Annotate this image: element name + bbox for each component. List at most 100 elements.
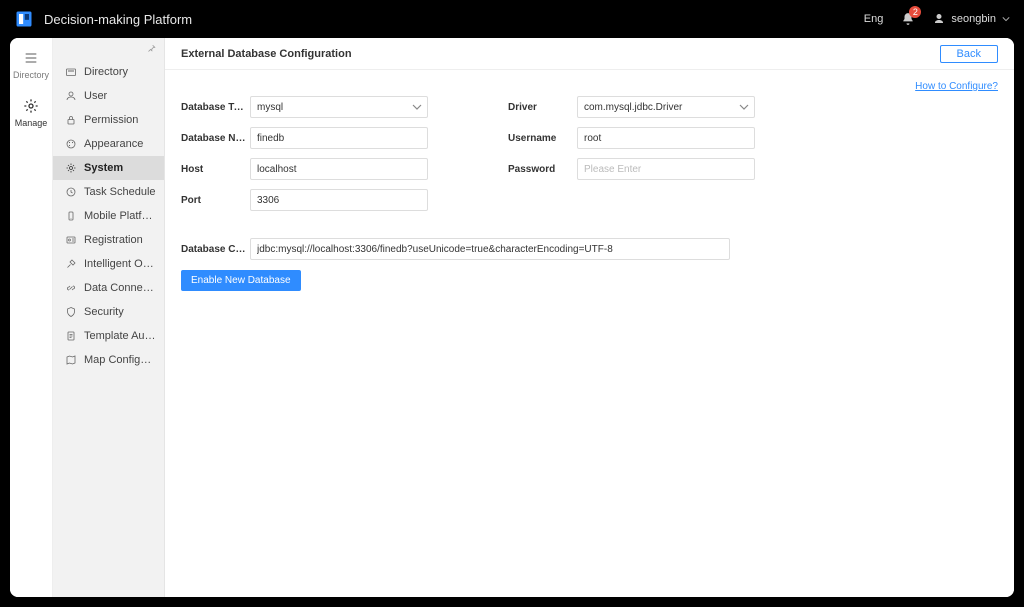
db-type-select[interactable] [250, 96, 428, 118]
form-col-right: Driver Username Password [508, 96, 755, 220]
label-port: Port [181, 195, 246, 206]
sidebar-item-appearance[interactable]: Appearance [53, 132, 164, 156]
rail-label-directory: Directory [13, 70, 49, 80]
sidebar-item-label: Task Schedule [84, 186, 156, 198]
header-right: Eng 2 seongbin [864, 12, 1010, 26]
pin-button[interactable] [146, 44, 156, 54]
db-type-select-wrap [250, 96, 428, 118]
sidebar: Directory User Permission Appearance Sys… [53, 38, 165, 597]
user-icon [65, 90, 77, 102]
page-title: External Database Configuration [181, 48, 352, 60]
sidebar-item-user[interactable]: User [53, 84, 164, 108]
folder-icon [65, 66, 77, 78]
username-input[interactable] [577, 127, 755, 149]
password-input[interactable] [577, 158, 755, 180]
field-conn-url: Database Connec... [181, 238, 998, 260]
sidebar-item-label: Intelligent Operatio... [84, 258, 156, 270]
logo-block: Decision-making Platform [14, 9, 192, 29]
field-driver: Driver [508, 96, 755, 118]
sidebar-item-label: Data Connection [84, 282, 156, 294]
content-area: External Database Configuration Back How… [165, 38, 1014, 597]
conn-url-input[interactable] [250, 238, 730, 260]
content-header: External Database Configuration Back [165, 38, 1014, 70]
sidebar-item-system[interactable]: System [53, 156, 164, 180]
field-host: Host [181, 158, 428, 180]
label-host: Host [181, 164, 246, 175]
label-db-type: Database Type [181, 102, 246, 113]
label-db-name: Database Name [181, 133, 246, 144]
sidebar-item-data-connection[interactable]: Data Connection [53, 276, 164, 300]
driver-select[interactable] [577, 96, 755, 118]
sidebar-item-map-config[interactable]: Map Configuration [53, 348, 164, 372]
user-menu[interactable]: seongbin [933, 13, 1010, 25]
driver-select-wrap [577, 96, 755, 118]
label-username: Username [508, 133, 573, 144]
app-header: Decision-making Platform Eng 2 seongbin [0, 0, 1024, 38]
sidebar-item-registration[interactable]: Registration [53, 228, 164, 252]
lock-icon [65, 114, 77, 126]
label-driver: Driver [508, 102, 573, 113]
mobile-icon [65, 210, 77, 222]
rail-label-manage: Manage [15, 118, 48, 128]
language-switcher[interactable]: Eng [864, 13, 884, 25]
link-icon [65, 282, 77, 294]
tools-icon [65, 258, 77, 270]
sidebar-item-label: Mobile Platform [84, 210, 156, 222]
gear-icon [23, 98, 39, 114]
pin-icon [146, 44, 156, 54]
app-title: Decision-making Platform [44, 12, 192, 27]
rail-item-directory[interactable]: Directory [13, 50, 49, 80]
field-password: Password [508, 158, 755, 180]
label-conn-url: Database Connec... [181, 244, 246, 255]
app-shell: Decision-making Platform Eng 2 seongbin … [0, 0, 1024, 607]
back-button[interactable]: Back [940, 45, 998, 63]
chevron-down-icon [1002, 15, 1010, 23]
sidebar-item-mobile-platform[interactable]: Mobile Platform [53, 204, 164, 228]
help-row: How to Configure? [165, 70, 1014, 92]
nav-list: Directory User Permission Appearance Sys… [53, 60, 164, 372]
sidebar-item-label: Map Configuration [84, 354, 156, 366]
user-avatar-icon [933, 13, 945, 25]
host-input[interactable] [250, 158, 428, 180]
id-icon [65, 234, 77, 246]
field-db-name: Database Name [181, 127, 428, 149]
gear-icon [65, 162, 77, 174]
sidebar-item-label: Permission [84, 114, 138, 126]
sidebar-item-label: Directory [84, 66, 128, 78]
enable-new-database-button[interactable]: Enable New Database [181, 270, 301, 291]
sidebar-item-task-schedule[interactable]: Task Schedule [53, 180, 164, 204]
sidebar-item-label: Appearance [84, 138, 143, 150]
palette-icon [65, 138, 77, 150]
sidebar-item-permission[interactable]: Permission [53, 108, 164, 132]
sidebar-item-label: Security [84, 306, 124, 318]
app-logo-icon [14, 9, 34, 29]
field-db-type: Database Type [181, 96, 428, 118]
form-col-left: Database Type Database Name Host [181, 96, 428, 220]
port-input[interactable] [250, 189, 428, 211]
label-password: Password [508, 164, 573, 175]
notification-badge: 2 [909, 6, 921, 18]
sidebar-item-label: System [84, 162, 123, 174]
field-port: Port [181, 189, 428, 211]
form-area: Database Type Database Name Host [165, 92, 1014, 291]
map-icon [65, 354, 77, 366]
app-body: Directory Manage Directory User [10, 38, 1014, 597]
sidebar-item-intelligent-operation[interactable]: Intelligent Operatio... [53, 252, 164, 276]
list-icon [23, 50, 39, 66]
sidebar-item-label: Registration [84, 234, 143, 246]
sidebar-item-directory[interactable]: Directory [53, 60, 164, 84]
sidebar-item-template-auth[interactable]: Template Authenti... [53, 324, 164, 348]
help-link[interactable]: How to Configure? [915, 81, 998, 92]
notifications-button[interactable]: 2 [901, 12, 915, 26]
db-name-input[interactable] [250, 127, 428, 149]
sidebar-item-label: Template Authenti... [84, 330, 156, 342]
rail-item-manage[interactable]: Manage [15, 98, 48, 128]
sidebar-item-label: User [84, 90, 107, 102]
field-username: Username [508, 127, 755, 149]
sidebar-item-security[interactable]: Security [53, 300, 164, 324]
shield-icon [65, 306, 77, 318]
clock-icon [65, 186, 77, 198]
left-rail: Directory Manage [10, 38, 53, 597]
form-columns: Database Type Database Name Host [181, 96, 998, 220]
username-label: seongbin [951, 13, 996, 25]
